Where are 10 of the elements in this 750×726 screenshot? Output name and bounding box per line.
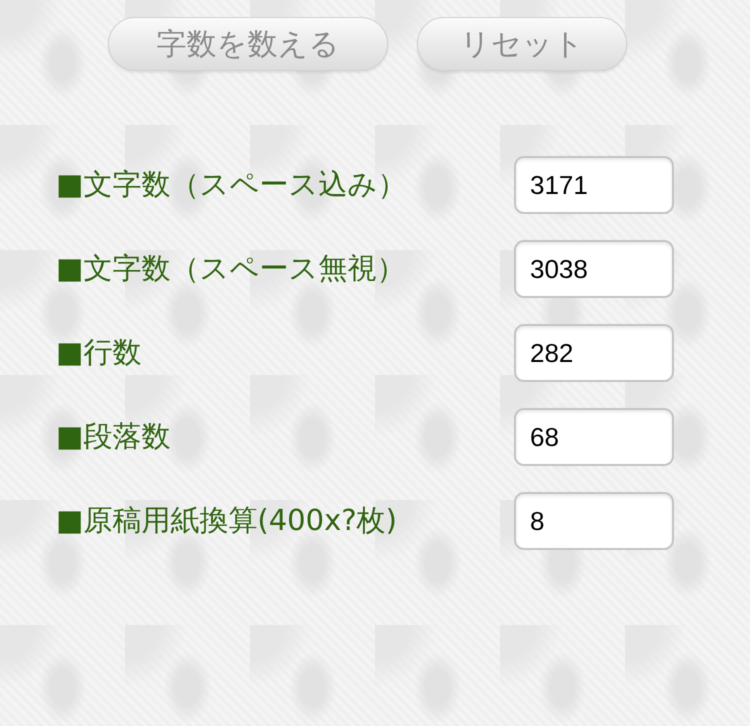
result-label: ■行数 (56, 334, 142, 371)
result-field[interactable]: 3171 (514, 156, 674, 214)
result-field[interactable]: 3038 (514, 240, 674, 298)
result-field[interactable]: 282 (514, 324, 674, 382)
result-label: ■段落数 (56, 418, 170, 455)
result-label: ■文字数（スペース込み） (56, 166, 406, 203)
result-field[interactable]: 8 (514, 492, 674, 550)
result-label: ■原稿用紙換算(400x?枚) (56, 502, 397, 539)
result-field[interactable]: 68 (514, 408, 674, 466)
result-label: ■文字数（スペース無視） (56, 250, 406, 287)
